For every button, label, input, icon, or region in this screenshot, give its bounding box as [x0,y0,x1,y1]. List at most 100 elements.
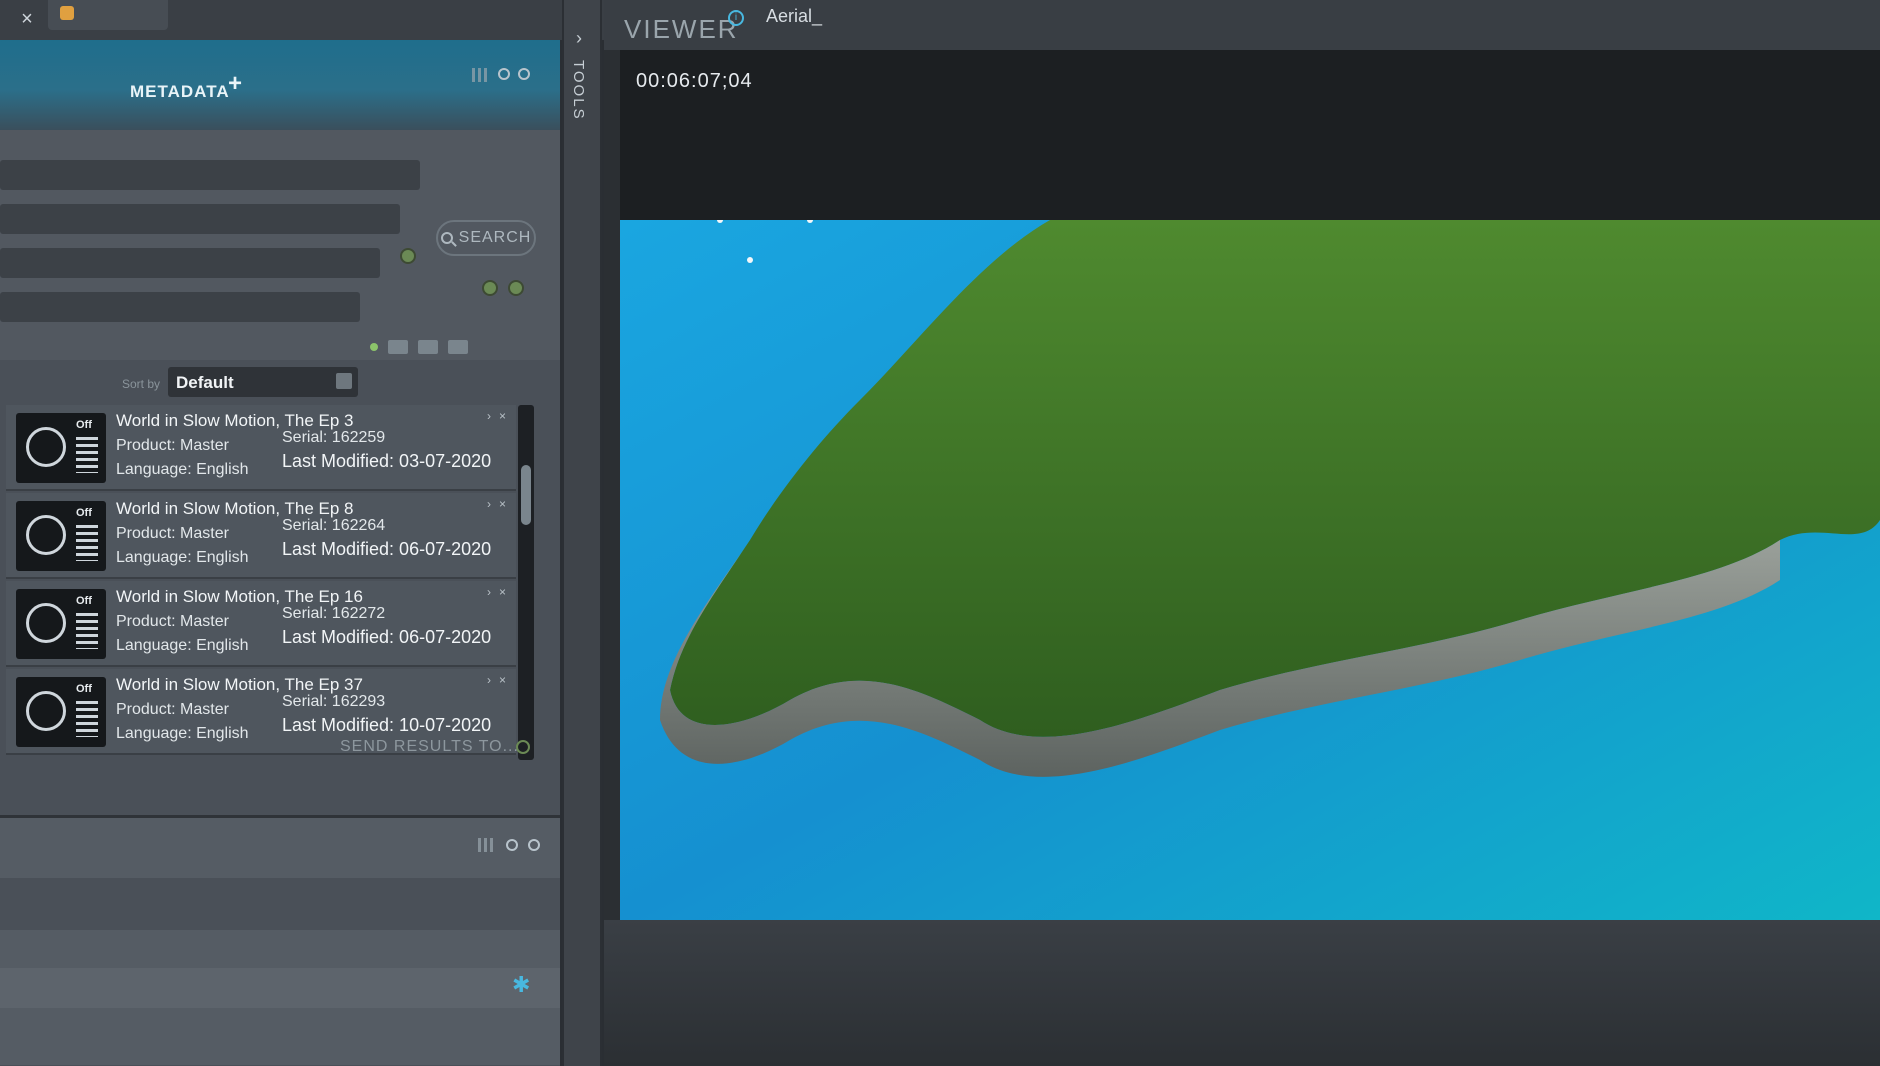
open-icon[interactable]: › [487,585,491,599]
sort-by-label: Sort by [122,377,161,391]
item-serial: Serial: 162293 [282,693,386,710]
grip-icon[interactable] [478,838,496,852]
clip-name: Aerial_ [766,6,823,26]
list-view-icon[interactable] [418,340,438,354]
open-icon[interactable]: › [487,673,491,687]
thumbnail-bars-icon [76,525,98,561]
thumbnail-bars-icon [76,701,98,737]
thumbnail: Off [16,589,106,659]
list-item[interactable]: Off World in Slow Motion, The Ep 16 Prod… [6,581,516,667]
item-product: Product: Master [116,525,229,542]
field-option-icon[interactable] [482,280,498,296]
item-serial: Serial: 162272 [282,605,386,622]
send-results-button[interactable]: SEND RESULTS TO... [340,738,519,756]
document-tab-icon [60,6,74,20]
gear-icon[interactable]: ✱ [512,972,530,998]
item-title: World in Slow Motion, The Ep 8 [116,499,354,518]
item-actions: › × [487,497,506,511]
plus-icon[interactable]: + [228,70,242,98]
thumbnail-dial-icon [26,427,66,467]
document-tab[interactable] [48,0,168,30]
panel-header-controls [472,68,530,82]
panel-option-icon[interactable] [506,839,518,851]
thumbnail-bars-icon [76,613,98,649]
close-icon[interactable]: × [499,409,506,423]
panel-toggle-icon[interactable] [518,68,530,80]
thumbnail-label: Off [76,419,92,431]
chevron-right-icon[interactable]: › [576,28,582,49]
item-actions: › × [487,409,506,423]
viewer-header: VIEWER i Aerial_ [604,0,1880,50]
secondary-panel-content [0,878,560,930]
thumbnail: Off [16,677,106,747]
thumbnail-dial-icon [26,691,66,731]
list-item[interactable]: Off World in Slow Motion, The Ep 3 Produ… [6,405,516,491]
search-field-2[interactable] [0,204,400,234]
item-product: Product: Master [116,613,229,630]
results-list: Off World in Slow Motion, The Ep 3 Produ… [0,405,540,780]
metadata-title: METADATA [130,82,230,101]
item-title: World in Slow Motion, The Ep 3 [116,411,354,430]
item-language: Language: English [116,725,249,742]
item-modified: Last Modified: 10-07-2020 [282,715,492,735]
metadata-header: METADATA + [0,40,560,130]
field-option-icon[interactable] [400,248,416,264]
sort-row: Sort by Default [0,365,560,401]
close-icon[interactable]: × [499,673,506,687]
item-language: Language: English [116,637,249,654]
secondary-panel-footer [0,968,560,1008]
search-button-label: SEARCH [458,229,532,246]
close-icon[interactable]: × [499,497,506,511]
search-field-4[interactable] [0,292,360,322]
tools-label: TOOLS [570,60,587,121]
item-modified: Last Modified: 06-07-2020 [282,539,492,559]
metadata-panel: METADATA + SEARCH Sort by Default Off Wo… [0,40,560,1066]
thumbnail-dial-icon [26,603,66,643]
item-language: Language: English [116,461,249,478]
search-field-1[interactable] [0,160,420,190]
panel-toggle-icon[interactable] [528,839,540,851]
viewer-title: VIEWER [624,14,739,44]
video-image [620,220,1880,920]
item-actions: › × [487,673,506,687]
detail-view-icon[interactable] [448,340,468,354]
tools-rail[interactable]: › TOOLS [562,0,602,1066]
info-icon[interactable]: i [728,10,744,26]
item-serial: Serial: 162264 [282,517,386,534]
view-toggles [370,340,468,354]
results-scrollbar[interactable] [518,405,534,760]
search-icon [440,232,453,244]
video-frame[interactable] [620,220,1880,920]
item-title: World in Slow Motion, The Ep 37 [116,675,363,694]
viewer-letterbox: 00:06:07;04 [620,50,1880,220]
grid-view-icon[interactable] [388,340,408,354]
scrollbar-thumb[interactable] [521,465,531,525]
item-modified: Last Modified: 06-07-2020 [282,627,492,647]
thumbnail-dial-icon [26,515,66,555]
secondary-panel: ✱ [0,815,560,1065]
item-language: Language: English [116,549,249,566]
list-item[interactable]: Off World in Slow Motion, The Ep 8 Produ… [6,493,516,579]
panel-option-icon[interactable] [498,68,510,80]
thumbnail: Off [16,501,106,571]
field-option-icon[interactable] [508,280,524,296]
chevron-down-icon[interactable] [336,373,352,389]
search-button[interactable]: SEARCH [436,220,536,256]
open-icon[interactable]: › [487,409,491,423]
thumbnail: Off [16,413,106,483]
viewer-footer [604,920,1880,1066]
thumbnail-label: Off [76,683,92,695]
secondary-panel-controls [478,838,540,852]
close-icon[interactable]: × [499,585,506,599]
search-field-3[interactable] [0,248,380,278]
timecode: 00:06:07;04 [636,70,753,92]
grip-icon[interactable] [472,68,490,82]
close-icon[interactable]: × [16,8,38,30]
send-arrow-icon[interactable] [516,740,530,754]
search-form: SEARCH [0,130,560,360]
sort-select[interactable]: Default [168,367,358,397]
thumbnail-label: Off [76,507,92,519]
item-product: Product: Master [116,437,229,454]
item-title: World in Slow Motion, The Ep 16 [116,587,363,606]
open-icon[interactable]: › [487,497,491,511]
